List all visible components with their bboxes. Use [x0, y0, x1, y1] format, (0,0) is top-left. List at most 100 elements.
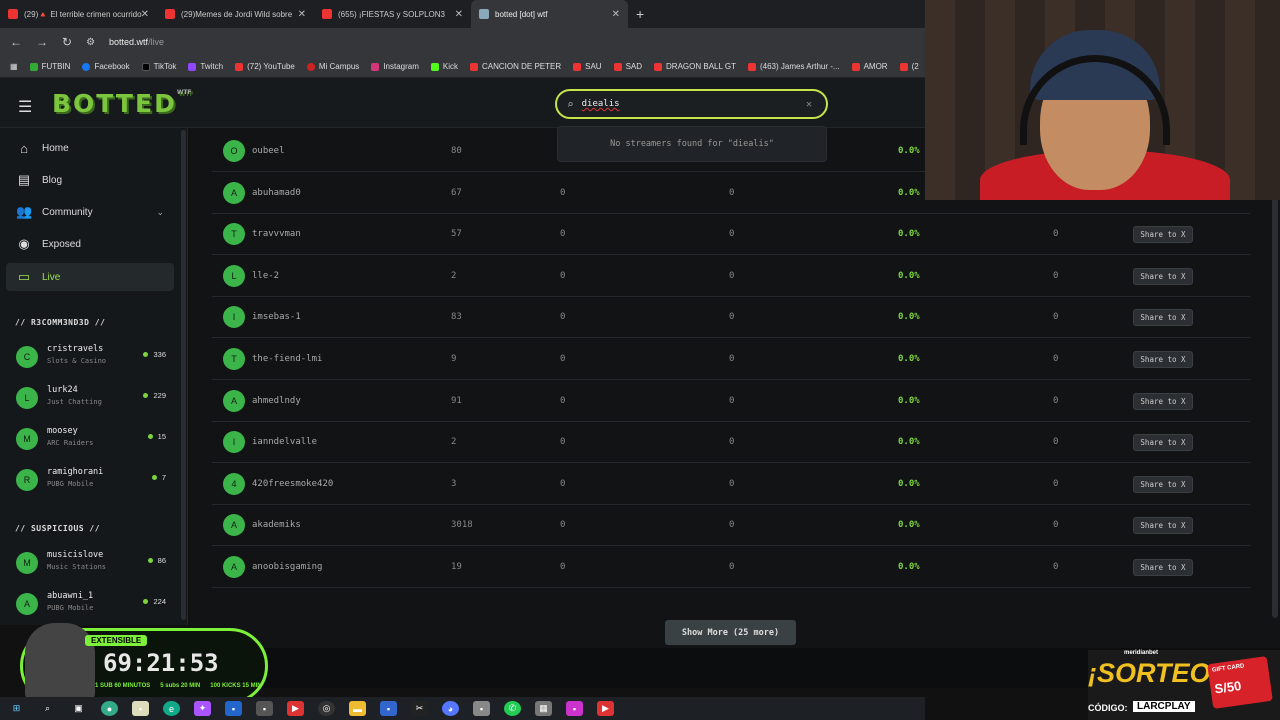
bookmark[interactable]: TikTok — [141, 62, 176, 71]
streamer-name[interactable]: lle-2 — [252, 271, 279, 281]
streamer-name[interactable]: oubeel — [252, 146, 285, 156]
bookmark[interactable]: (2 — [899, 62, 919, 71]
back-icon[interactable]: ← — [10, 35, 22, 49]
search-icon[interactable]: ⌕ — [39, 701, 56, 716]
site-logo[interactable]: BOTTEDWTF — [52, 89, 192, 118]
chevron-down-icon: ⌄ — [156, 206, 164, 217]
close-icon[interactable]: ✕ — [612, 9, 620, 20]
avatar: 4 — [223, 472, 245, 495]
show-more-button[interactable]: Show More (25 more) — [665, 620, 796, 645]
table-row[interactable]: T the-fiend-lmi 9 0 0 0.0% 0 Share to X — [212, 339, 1250, 380]
clear-search-icon[interactable]: ✕ — [806, 99, 812, 110]
share-to-x-button[interactable]: Share to X — [1133, 309, 1193, 327]
obs-icon[interactable]: ◎ — [318, 701, 335, 716]
table-row[interactable]: 4 420freesmoke420 3 0 0 0.0% 0 Share to X — [212, 464, 1250, 505]
edge-icon[interactable]: e — [163, 701, 180, 716]
share-to-x-button[interactable]: Share to X — [1133, 267, 1193, 285]
table-row[interactable]: A ahmedlndy 91 0 0 0.0% 0 Share to X — [212, 381, 1250, 422]
task-view-icon[interactable]: ▣ — [70, 701, 87, 716]
sidebar-streamer[interactable]: Mmoosey ARC Raiders 15 — [16, 424, 176, 460]
sidebar-item-exposed[interactable]: ◉ Exposed — [6, 230, 174, 258]
url-field[interactable]: botted.wtf/live — [109, 37, 164, 47]
sidebar-item-community[interactable]: 👥 Community ⌄ — [6, 198, 174, 226]
app-icon[interactable]: ▪ — [473, 701, 490, 716]
forward-icon[interactable]: → — [36, 35, 48, 49]
bookmark[interactable]: CANCION DE PETER — [470, 62, 561, 71]
share-to-x-button[interactable]: Share to X — [1133, 226, 1193, 244]
app-icon[interactable]: ▪ — [132, 701, 149, 716]
bookmark[interactable]: Facebook — [82, 62, 130, 71]
calculator-icon[interactable]: ▦ — [535, 701, 552, 716]
streamer-name[interactable]: imsebas-1 — [252, 312, 301, 322]
reload-icon[interactable]: ↻ — [62, 35, 72, 49]
table-row[interactable]: A akademiks 3018 0 0 0.0% 0 Share to X — [212, 505, 1250, 547]
capcut-icon[interactable]: ✂ — [411, 701, 428, 716]
streamer-name[interactable]: akademiks — [252, 520, 301, 530]
sidebar-scrollbar[interactable] — [181, 130, 186, 620]
page-scrollbar[interactable] — [1272, 128, 1278, 618]
bookmark[interactable]: Twitch — [188, 62, 223, 71]
bookmark[interactable]: AMOR — [851, 62, 888, 71]
streamer-name[interactable]: the-fiend-lmi — [252, 354, 322, 364]
bookmark[interactable]: FUTBIN — [29, 62, 70, 71]
share-to-x-button[interactable]: Share to X — [1133, 559, 1193, 576]
close-icon[interactable]: ✕ — [455, 9, 463, 20]
share-to-x-button[interactable]: Share to X — [1133, 351, 1193, 368]
site-info-icon[interactable]: ⚙ — [86, 37, 95, 48]
app-icon[interactable]: ▪ — [566, 701, 583, 716]
app-icon[interactable]: ▪ — [225, 701, 242, 716]
browser-tab[interactable]: (29)🔺 El terrible crimen ocurrido ✕ — [0, 0, 157, 28]
streamer-name[interactable]: ianndelvalle — [252, 437, 317, 447]
bookmark[interactable]: (463) James Arthur -... — [747, 62, 840, 71]
windows-start-icon[interactable]: ⊞ — [8, 701, 25, 716]
apps-icon[interactable]: ▦ — [10, 62, 18, 71]
share-to-x-button[interactable]: Share to X — [1133, 517, 1193, 535]
app-icon[interactable]: ▪ — [380, 701, 397, 716]
streamer-name[interactable]: travvvman — [252, 229, 301, 239]
app-icon[interactable]: ▶ — [287, 701, 304, 716]
table-row[interactable]: I ianndelvalle 2 0 0 0.0% 0 Share to X — [212, 422, 1250, 464]
browser-tab[interactable]: (655) ¡FIESTAS y SOLPLON3 ✕ — [314, 0, 471, 28]
streamer-name[interactable]: anoobisgaming — [252, 562, 322, 572]
sidebar-streamer[interactable]: Ccristravels Slots & Casino 336 — [16, 342, 176, 378]
share-to-x-button[interactable]: Share to X — [1133, 475, 1193, 493]
table-row[interactable]: A anoobisgaming 19 0 0 0.0% 0 Share to X — [212, 547, 1250, 588]
close-icon[interactable]: ✕ — [141, 9, 149, 20]
bookmark[interactable]: DRAGON BALL GT — [654, 62, 736, 71]
app-icon[interactable]: ▶ — [597, 701, 614, 716]
chrome-icon[interactable]: ● — [101, 701, 118, 716]
new-tab-icon[interactable]: + — [636, 6, 644, 22]
sidebar-item-live[interactable]: ▭ Live — [6, 263, 174, 291]
browser-tab[interactable]: (29)Memes de Jordi Wild sobre ✕ — [157, 0, 314, 28]
search-input[interactable]: ⌕ diealis ✕ — [555, 89, 828, 119]
hamburger-menu-icon[interactable]: ☰ — [18, 97, 32, 117]
streamer-name[interactable]: ahmedlndy — [252, 396, 301, 406]
sidebar-item-home[interactable]: ⌂ Home — [6, 134, 174, 162]
table-row[interactable]: I imsebas-1 83 0 0 0.0% 0 Share to X — [212, 297, 1250, 339]
bookmark[interactable]: SAD — [613, 62, 642, 71]
table-row[interactable]: T travvvman 57 0 0 0.0% 0 Share to X — [212, 214, 1250, 256]
browser-tab-active[interactable]: botted [dot] wtf ✕ — [471, 0, 628, 28]
discord-icon[interactable]: ◕ — [442, 701, 459, 716]
bookmark[interactable]: SAU — [573, 62, 602, 71]
bookmark[interactable]: Instagram — [371, 62, 419, 71]
sidebar-streamer[interactable]: Mmusicislove Music Stations 86 — [16, 548, 176, 584]
close-icon[interactable]: ✕ — [298, 9, 306, 20]
folder-icon[interactable]: ▬ — [349, 701, 366, 716]
cell-chatters: 0 — [560, 395, 566, 406]
streamer-name[interactable]: abuhamad0 — [252, 188, 301, 198]
sidebar-item-blog[interactable]: ▤ Blog — [6, 166, 174, 194]
bookmark[interactable]: Kick — [430, 62, 458, 71]
share-to-x-button[interactable]: Share to X — [1133, 392, 1193, 410]
share-to-x-button[interactable]: Share to X — [1133, 434, 1193, 452]
sidebar-streamer[interactable]: Rramighorani PUBG Mobile 7 — [16, 465, 176, 501]
bookmark[interactable]: (72) YouTube — [235, 62, 295, 71]
table-row[interactable]: L lle-2 2 0 0 0.0% 0 Share to X — [212, 256, 1250, 297]
bookmark[interactable]: Mi Campus — [306, 62, 359, 71]
sidebar-streamer[interactable]: Llurk24 Just Chatting 229 — [16, 383, 176, 419]
whatsapp-icon[interactable]: ✆ — [504, 701, 521, 716]
sidebar-streamer[interactable]: Aabuawni_1 PUBG Mobile 224 — [16, 589, 176, 625]
figma-icon[interactable]: ✦ — [194, 701, 211, 716]
app-icon[interactable]: ▪ — [256, 701, 273, 716]
streamer-name[interactable]: 420freesmoke420 — [252, 479, 333, 489]
